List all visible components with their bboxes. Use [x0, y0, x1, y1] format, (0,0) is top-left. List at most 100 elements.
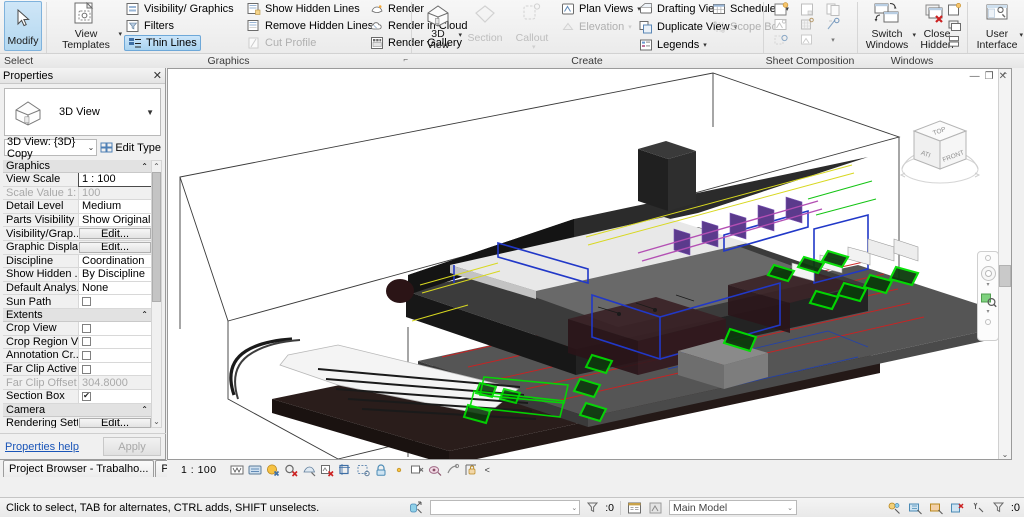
- zoom-region-icon[interactable]: [980, 292, 997, 309]
- property-checkbox-cell[interactable]: [78, 321, 152, 335]
- property-edit-button[interactable]: Edit...: [79, 417, 151, 428]
- filter-icon[interactable]: [586, 501, 599, 514]
- view-cube[interactable]: TOP ATI FRONT: [894, 111, 986, 197]
- property-checkbox-cell[interactable]: [78, 362, 152, 376]
- property-checkbox-cell[interactable]: [78, 295, 152, 308]
- editing-requests-icon[interactable]: [908, 501, 923, 515]
- scroll-up-icon[interactable]: ⌃: [152, 161, 161, 172]
- type-preview-box[interactable]: 3D View ▼: [4, 88, 161, 136]
- visibility-graphics-button[interactable]: Visibility/ Graphics: [124, 1, 236, 17]
- canvas-scrollbar[interactable]: ⌃ ⌄: [998, 69, 1011, 459]
- select-link-icon[interactable]: [971, 501, 986, 515]
- switch-windows-button[interactable]: Switch Windows ▾: [860, 0, 916, 52]
- chevron-down-icon[interactable]: ▾: [831, 36, 835, 44]
- chevron-up-icon[interactable]: ⌃: [141, 310, 148, 319]
- view-scale-label[interactable]: 1 : 100: [181, 464, 217, 476]
- lock-3d-view-icon[interactable]: [374, 463, 388, 477]
- scroll-down-icon[interactable]: ⌄: [999, 448, 1011, 459]
- scrollbar-thumb[interactable]: [999, 265, 1011, 287]
- view-reference-icon[interactable]: [773, 32, 790, 47]
- remove-hidden-lines-button[interactable]: Remove Hidden Lines: [245, 18, 375, 34]
- table-row[interactable]: Parts Visibility Show Original: [3, 213, 152, 228]
- property-value[interactable]: Coordination: [78, 254, 152, 268]
- property-value[interactable]: None: [78, 281, 152, 295]
- table-row[interactable]: Crop View: [3, 321, 152, 336]
- chevron-up-icon[interactable]: ⌃: [141, 162, 148, 171]
- apply-button[interactable]: Apply: [103, 437, 161, 456]
- chevron-down-icon[interactable]: ▾: [118, 30, 122, 38]
- user-interface-button[interactable]: User Interface ▾: [972, 0, 1023, 52]
- chevron-down-icon[interactable]: ▾: [1019, 31, 1023, 39]
- chevron-down-icon[interactable]: ▾: [532, 43, 536, 51]
- table-row[interactable]: Crop Region V...: [3, 335, 152, 350]
- table-row[interactable]: Detail Level Medium: [3, 200, 152, 214]
- design-options-icon[interactable]: [648, 501, 663, 515]
- table-row[interactable]: Section Box ✔: [3, 389, 152, 404]
- cascade-windows-icon[interactable]: [947, 35, 962, 50]
- table-row[interactable]: Far Clip Active: [3, 362, 152, 377]
- properties-scrollbar[interactable]: ⌃ ⌄: [151, 160, 162, 428]
- scroll-down-icon[interactable]: ⌄: [152, 416, 161, 427]
- modify-button[interactable]: Modify: [4, 1, 42, 51]
- analytical-model-icon[interactable]: [446, 463, 460, 477]
- close-icon[interactable]: ✕: [999, 71, 1007, 82]
- table-row[interactable]: Annotation Cr...: [3, 349, 152, 363]
- chevron-down-icon[interactable]: ▾: [986, 282, 989, 288]
- project-browser-tab[interactable]: Project Browser - Trabalho...: [3, 460, 155, 477]
- scrollbar-thumb[interactable]: [152, 172, 161, 302]
- property-value[interactable]: By Discipline: [78, 268, 152, 281]
- property-value[interactable]: 1 : 100: [78, 172, 152, 187]
- constraints-icon[interactable]: [464, 463, 478, 477]
- table-row[interactable]: Discipline Coordination: [3, 254, 152, 269]
- chevron-down-icon[interactable]: ▾: [986, 309, 989, 315]
- chevron-down-icon[interactable]: ▾: [703, 41, 707, 49]
- checkbox[interactable]: [82, 337, 91, 347]
- close-icon[interactable]: ✕: [153, 69, 162, 82]
- worksets-status-icon[interactable]: [887, 501, 902, 515]
- property-value[interactable]: 304.8000: [78, 376, 152, 389]
- new-sheet-icon[interactable]: [773, 2, 790, 17]
- shadows-icon[interactable]: [302, 463, 316, 477]
- edit-type-button[interactable]: Edit Type: [100, 139, 161, 156]
- checkbox[interactable]: [82, 364, 91, 374]
- panel-dialog-launcher-icon[interactable]: ⌐: [403, 52, 408, 67]
- navigation-bar[interactable]: ▾ ▾: [977, 251, 999, 341]
- guide-grid-icon[interactable]: [799, 17, 816, 32]
- callout-button[interactable]: Callout ▾: [510, 0, 554, 52]
- elevation-button[interactable]: Elevation ▾: [559, 19, 634, 35]
- crop-view-icon[interactable]: [338, 463, 352, 477]
- table-row[interactable]: Sun Path: [3, 295, 152, 309]
- steering-wheel-icon[interactable]: [980, 265, 997, 282]
- tile-windows-icon[interactable]: [947, 19, 962, 34]
- chevron-up-icon[interactable]: ⌃: [141, 405, 148, 414]
- checkbox[interactable]: [82, 350, 91, 360]
- 3d-view-button[interactable]: 3D View ▾: [417, 0, 462, 52]
- drawing-area[interactable]: — ❐ ✕ TOP ATI FRONT ▾ ▾ ⌃ ⌄: [167, 68, 1012, 460]
- minimize-icon[interactable]: —: [970, 71, 980, 82]
- active-workset-icon[interactable]: [929, 501, 944, 515]
- property-checkbox-cell[interactable]: [78, 349, 152, 362]
- property-value[interactable]: Medium: [78, 200, 152, 213]
- properties-help-link[interactable]: Properties help: [5, 441, 79, 453]
- show-hidden-lines-button[interactable]: Show Hidden Lines: [245, 1, 362, 17]
- table-row[interactable]: Graphic Displa...Edit...: [3, 240, 152, 255]
- restore-icon[interactable]: ❐: [985, 71, 994, 82]
- temporary-view-properties-icon[interactable]: [428, 463, 442, 477]
- filters-button[interactable]: Filters: [124, 18, 176, 34]
- chevron-down-icon[interactable]: ⌄: [787, 504, 793, 512]
- reveal-hidden-elements-icon[interactable]: [410, 463, 424, 477]
- navbar-options-icon[interactable]: [985, 319, 991, 325]
- type-selector[interactable]: 3D View: {3D} Copy ⌄: [4, 136, 98, 160]
- checkbox[interactable]: [82, 323, 91, 333]
- table-row[interactable]: Far Clip Offset 304.8000: [3, 376, 152, 390]
- section-button[interactable]: Section: [461, 0, 509, 52]
- filter-icon[interactable]: [992, 501, 1005, 514]
- temporary-hide-isolate-icon[interactable]: [392, 463, 406, 477]
- status-combo[interactable]: ⌄: [430, 500, 581, 515]
- sun-path-icon[interactable]: [284, 463, 298, 477]
- table-row[interactable]: Visibility/Grap... Edit...: [3, 227, 152, 241]
- table-row[interactable]: Default Analys... None: [3, 281, 152, 296]
- detail-level-icon[interactable]: [248, 463, 262, 477]
- legends-button[interactable]: Legends ▾: [637, 37, 709, 53]
- property-group-graphics[interactable]: Graphics ⌃: [3, 160, 152, 173]
